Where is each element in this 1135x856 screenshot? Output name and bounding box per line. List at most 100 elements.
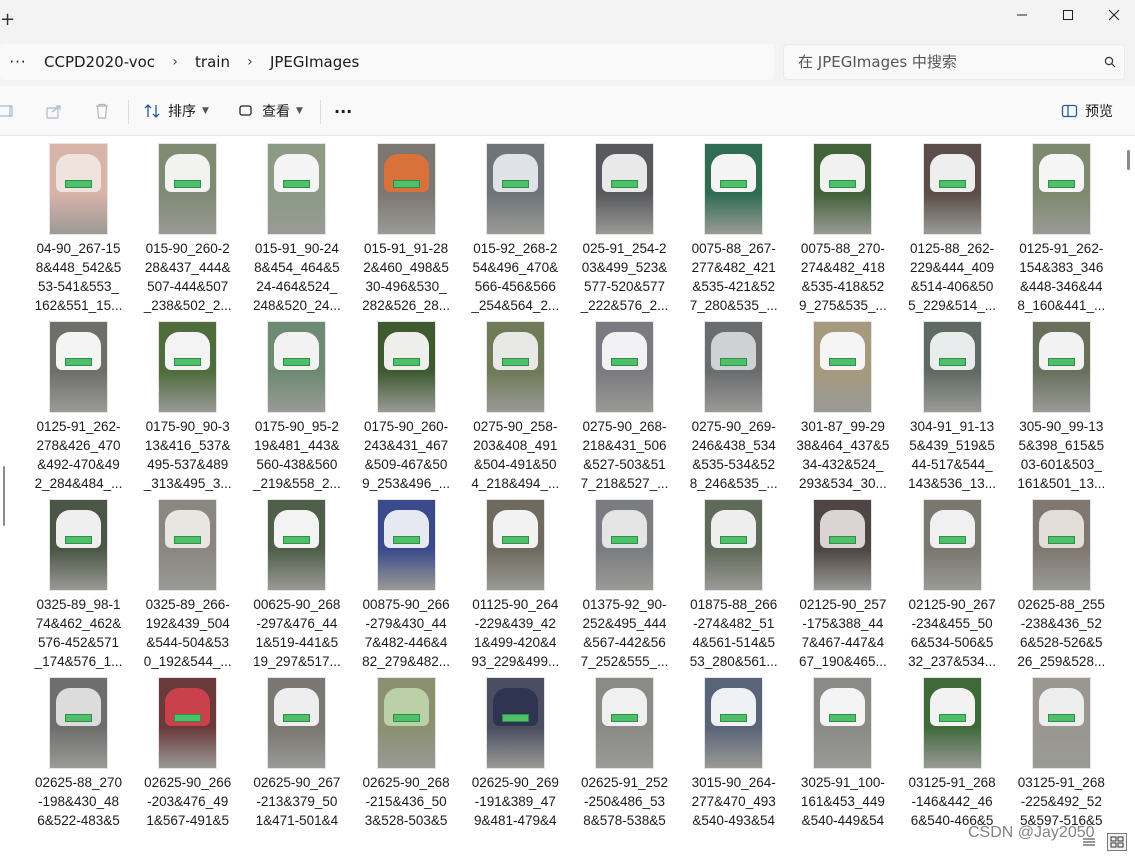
address-bar[interactable]: ··· CCPD2020-voc › train › JPEGImages [0, 44, 774, 80]
maximize-button[interactable] [1045, 0, 1091, 30]
divider [128, 100, 129, 124]
large-icons-view-icon[interactable] [1107, 833, 1127, 851]
chevron-right-icon[interactable]: › [163, 54, 187, 70]
file-name-line: 293&534_30... [798, 476, 887, 491]
share-button[interactable] [46, 96, 70, 126]
file-item[interactable]: 0075-88_270- 274&482_418 &535-418&52 9_275&… [789, 136, 896, 313]
file-name-line: 015-91_90-24 [254, 241, 339, 256]
file-item[interactable]: 02625-90_266 -203&476_49 1&567-491&5 [134, 670, 241, 830]
file-item[interactable]: 305-90_99-13 5&398_615&5 03-601&503_ 161&50… [1008, 314, 1115, 491]
rename-button[interactable] [0, 96, 22, 126]
file-item[interactable]: 0325-89_98-1 74&462_462& 576-452&571 _174&5… [25, 492, 132, 669]
close-button[interactable] [1091, 0, 1135, 30]
file-item[interactable]: 0325-89_266- 192&439_504 &544-504&53 0_192&… [134, 492, 241, 669]
file-name-line: 277&470_493 [691, 794, 776, 809]
file-name: 02625-90_268 -215&436_50 3&528-503&5 [353, 773, 460, 830]
search-box[interactable] [783, 44, 1125, 80]
search-icon[interactable] [1096, 44, 1124, 80]
chevron-down-icon: ▼ [296, 106, 303, 116]
file-item[interactable]: 02625-90_267 -213&379_50 1&471-501&4 [243, 670, 350, 830]
file-name: 0275-90_258- 203&408_491 &504-491&50 4_218&… [462, 417, 569, 493]
file-item[interactable]: 3025-91_100- 161&453_449 &540-449&54 [789, 670, 896, 830]
watermark: CSDN @Jay2050 [968, 824, 1095, 841]
file-name-line: &509-467&50 [364, 457, 448, 472]
file-item[interactable]: 00625-90_268 -297&476_44 1&519-441&5 19_297… [243, 492, 350, 669]
file-name-line: 2&460_498&5 [363, 260, 449, 275]
image-thumbnail [50, 678, 107, 768]
file-item[interactable]: 025-91_254-2 03&499_523& 577-520&577 _222&5… [571, 136, 678, 313]
file-item[interactable]: 02625-91_252 -250&486_53 8&578-538&5 [571, 670, 678, 830]
file-item[interactable]: 03125-91_268 -146&442_46 6&540-466&5 [899, 670, 1006, 830]
image-thumbnail [486, 144, 544, 234]
file-name-line: &535-534&52 [692, 457, 775, 472]
file-item[interactable]: 0125-91_262- 154&383_346 &448-346&44 8_160&… [1008, 136, 1115, 313]
file-item[interactable]: 0125-88_262- 229&444_409 &514-406&50 5_229&… [899, 136, 1006, 313]
image-thumbnail [377, 500, 435, 590]
file-item[interactable]: 015-90_260-2 28&437_444& 507-444&507 _238&5… [134, 136, 241, 313]
file-name-line: -225&492_52 [1020, 794, 1102, 809]
scrollbar-thumb[interactable] [1127, 150, 1130, 170]
file-item[interactable]: 301-87_99-29 38&464_437&5 34-432&524_ 293&5… [789, 314, 896, 491]
file-name-line: _254&564_2... [471, 298, 560, 313]
file-name: 0125-91_262- 154&383_346 &448-346&44 8_160&… [1008, 239, 1115, 315]
file-name: 02125-90_257 -175&388_44 7&467-447&4 67_190… [789, 595, 896, 671]
preview-pane-button[interactable]: 预览 [1061, 96, 1113, 126]
file-item[interactable]: 02125-90_257 -175&388_44 7&467-447&4 67_190… [789, 492, 896, 669]
file-item[interactable]: 0175-90_95-2 19&481_443& 560-438&560 _219&5… [243, 314, 350, 491]
file-name: 0075-88_270- 274&482_418 &535-418&52 9_275&… [789, 239, 896, 315]
file-item[interactable]: 0275-90_269- 246&438_534 &535-534&52 8_246&… [680, 314, 787, 491]
delete-button[interactable] [94, 96, 116, 126]
file-name-line: 03125-91_268 [1017, 775, 1105, 790]
image-thumbnail [268, 500, 326, 590]
file-item[interactable]: 01875-88_266 -274&482_51 4&561-514&5 53_280… [680, 492, 787, 669]
vertical-scrollbar[interactable] [1123, 136, 1135, 830]
file-item[interactable]: 0275-90_268- 218&431_506 &527-503&51 7_218&… [571, 314, 678, 491]
file-name-line: 19_297&517... [252, 654, 341, 669]
file-name: 0125-91_262- 278&426_470 &492-470&49 2_284&… [25, 417, 132, 493]
file-item[interactable]: 02625-88_255 -238&436_52 6&528-526&5 26_259… [1008, 492, 1115, 669]
search-input[interactable] [784, 53, 1096, 71]
file-item[interactable]: 04-90_267-15 8&448_542&5 53-541&553_ 162&55… [25, 136, 132, 313]
pane-resize-handle[interactable] [3, 466, 5, 526]
file-name-line: 67_190&465... [798, 654, 887, 669]
file-item[interactable]: 0175-90_90-3 13&416_537& 495-537&489 _313&4… [134, 314, 241, 491]
file-item[interactable]: 02625-88_270 -198&430_48 6&522-483&5 [25, 670, 132, 830]
file-name-line: 143&536_13... [908, 476, 997, 491]
file-item[interactable]: 0075-88_267- 277&482_421 &535-421&52 7_280&… [680, 136, 787, 313]
image-thumbnail [923, 322, 981, 412]
file-name: 3015-90_264- 277&470_493 &540-493&54 [680, 773, 787, 830]
file-item[interactable]: 015-91_91-28 2&460_498&5 30-496&530_ 282&52… [353, 136, 460, 313]
more-options-button[interactable]: ··· [334, 96, 352, 126]
file-item[interactable]: 02125-90_267 -234&455_50 6&534-506&5 32_237… [899, 492, 1006, 669]
file-name-line: 8&448_542&5 [35, 260, 122, 275]
file-item[interactable]: 02625-90_268 -215&436_50 3&528-503&5 [353, 670, 460, 830]
file-name-line: 53_280&561... [689, 654, 778, 669]
file-item[interactable]: 3015-90_264- 277&470_493 &540-493&54 [680, 670, 787, 830]
file-item[interactable]: 01125-90_264 -229&439_42 1&499-420&4 93_229… [462, 492, 569, 669]
file-item[interactable]: 304-91_91-13 5&439_519&5 44-517&544_ 143&53… [899, 314, 1006, 491]
file-item[interactable]: 015-91_90-24 8&454_464&5 24-464&524_ 248&52… [243, 136, 350, 313]
file-item[interactable]: 0175-90_260- 243&431_467 &509-467&50 9_253&… [353, 314, 460, 491]
navigation-pane-edge [0, 136, 10, 830]
sort-button[interactable]: 排序 ▼ [144, 96, 209, 126]
file-name-line: -215&436_50 [365, 794, 447, 809]
chevron-right-icon[interactable]: › [238, 54, 262, 70]
file-item[interactable]: 015-92_268-2 54&496_470& 566-456&566 _254&5… [462, 136, 569, 313]
file-name-line: -238&436_52 [1020, 616, 1102, 631]
breadcrumb-item[interactable]: JPEGImages [262, 53, 367, 71]
file-item[interactable]: 0275-90_258- 203&408_491 &504-491&50 4_218&… [462, 314, 569, 491]
file-item[interactable]: 01375-92_90- 252&495_444 &567-442&56 7_252&… [571, 492, 678, 669]
breadcrumb-item[interactable]: train [187, 53, 238, 71]
minimize-button[interactable] [999, 0, 1045, 30]
file-name-line: 495-537&489 [147, 457, 229, 472]
breadcrumb-overflow-button[interactable]: ··· [0, 53, 36, 71]
file-item[interactable]: 0125-91_262- 278&426_470 &492-470&49 2_284&… [25, 314, 132, 491]
file-item[interactable]: 03125-91_268 -225&492_52 5&597-516&5 [1008, 670, 1115, 830]
breadcrumb-item[interactable]: CCPD2020-voc [36, 53, 163, 71]
new-tab-button[interactable]: + [0, 10, 16, 30]
file-item[interactable]: 02625-90_269 -191&389_47 9&481-479&4 [462, 670, 569, 830]
file-name-line: -250&486_53 [583, 794, 666, 809]
minimize-icon [1017, 14, 1027, 16]
file-item[interactable]: 00875-90_266 -279&430_44 7&482-446&4 82_279… [353, 492, 460, 669]
view-button[interactable]: 查看 ▼ [238, 96, 303, 126]
